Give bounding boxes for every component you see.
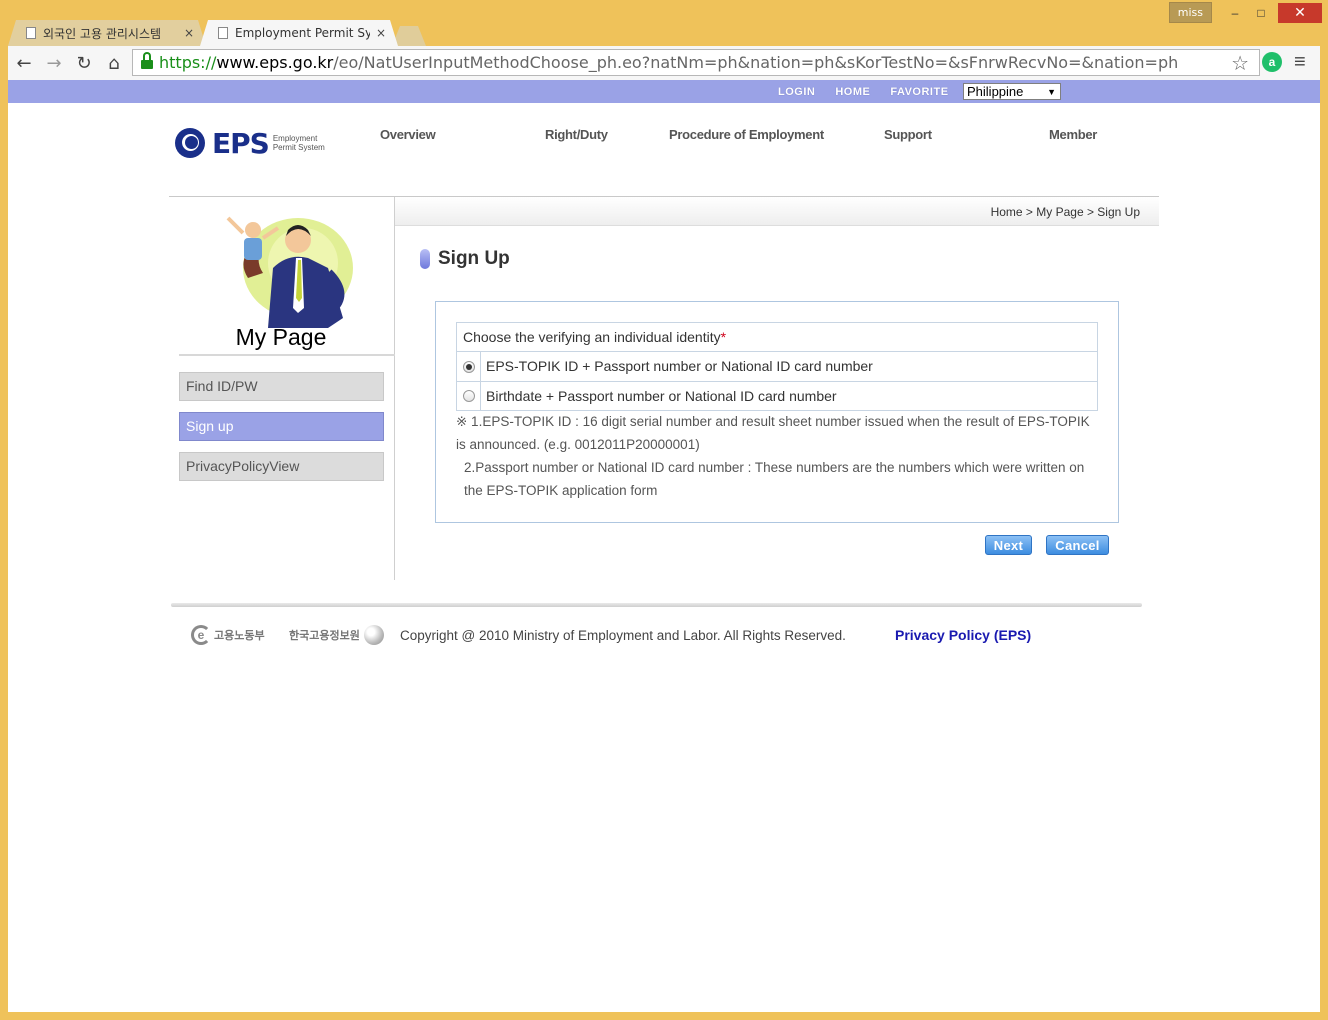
home-link[interactable]: HOME xyxy=(835,86,870,98)
identity-form-box: Choose the verifying an individual ident… xyxy=(435,301,1119,523)
url-path: /eo/NatUserInputMethodChoose_ph.eo?natNm… xyxy=(333,53,1179,72)
tab-eps[interactable]: Employment Permit Syste × xyxy=(200,20,398,46)
nav-right-duty[interactable]: Right/Duty xyxy=(545,127,608,142)
content-divider xyxy=(394,197,395,580)
lock-icon xyxy=(141,51,153,69)
tab-title: Employment Permit Syste xyxy=(235,26,370,40)
breadcrumb-bar: Home > My Page > Sign Up xyxy=(395,197,1159,226)
cancel-button[interactable]: Cancel xyxy=(1046,535,1109,555)
ministry-e-logo-icon: e xyxy=(191,625,211,645)
sidebar-title: My Page xyxy=(235,324,327,350)
nav-member[interactable]: Member xyxy=(1049,127,1097,142)
note-line-2: 2.Passport number or National ID card nu… xyxy=(464,460,1085,498)
title-bullet-icon xyxy=(420,249,430,269)
logo-text: EPS xyxy=(212,126,270,160)
page-icon xyxy=(26,27,36,39)
identity-question: Choose the verifying an individual ident… xyxy=(457,323,1097,352)
user-badge[interactable]: miss xyxy=(1168,2,1212,23)
address-bar[interactable]: https://www.eps.go.kr/eo/NatUserInputMet… xyxy=(132,49,1260,76)
copyright-text: Copyright @ 2010 Ministry of Employment … xyxy=(400,628,846,643)
url-scheme: https:// xyxy=(159,53,217,72)
url-host: www.eps.go.kr xyxy=(216,53,334,72)
keis-logo-text: 한국고용정보원 xyxy=(289,630,360,642)
keis-swirl-icon xyxy=(363,625,384,645)
extension-icon[interactable]: a xyxy=(1262,52,1282,72)
ministry-logo: e 고용노동부 xyxy=(191,625,265,645)
home-icon[interactable]: ⌂ xyxy=(100,49,128,77)
sidebar-divider xyxy=(179,354,395,356)
businessman-illustration xyxy=(226,216,353,328)
dropdown-arrow-icon: ▼ xyxy=(1047,87,1056,97)
identity-options-table: Choose the verifying an individual ident… xyxy=(456,322,1098,411)
tab-strip: 외국인 고용 관리시스템 × Employment Permit Syste × xyxy=(8,18,420,46)
browser-menu-icon[interactable]: ≡ xyxy=(1294,51,1306,74)
option-row-eps-topik[interactable]: EPS-TOPIK ID + Passport number or Nation… xyxy=(457,352,1097,381)
tab-close-icon[interactable]: × xyxy=(376,26,386,40)
new-tab-button[interactable] xyxy=(392,26,426,46)
radio-cell xyxy=(457,352,481,381)
reload-icon[interactable]: ↻ xyxy=(70,49,98,77)
radio-birthdate[interactable] xyxy=(462,390,475,402)
question-text: Choose the verifying an individual ident… xyxy=(463,329,721,345)
close-window-icon[interactable]: ✕ xyxy=(1278,2,1322,23)
language-select[interactable]: Philippine ▼ xyxy=(963,83,1061,100)
forward-icon[interactable]: → xyxy=(40,49,68,77)
footer-divider xyxy=(171,603,1142,607)
sidebar-item-sign-up[interactable]: Sign up xyxy=(179,412,384,441)
minimize-icon[interactable]: ‒ xyxy=(1222,3,1248,23)
next-button[interactable]: Next xyxy=(985,535,1032,555)
page-title-text: Sign Up xyxy=(438,248,510,269)
browser-titlebar: miss ‒ □ ✕ 외국인 고용 관리시스템 × Employment Per… xyxy=(0,0,1328,46)
tab-korean-system[interactable]: 외국인 고용 관리시스템 × xyxy=(8,20,206,46)
eps-logo[interactable]: EPS Employment Permit System xyxy=(175,126,333,160)
privacy-policy-link[interactable]: Privacy Policy (EPS) xyxy=(895,627,1031,643)
identity-note: ※ 1.EPS-TOPIK ID : 16 digit serial numbe… xyxy=(456,410,1098,502)
option-label[interactable]: Birthdate + Passport number or National … xyxy=(481,382,837,410)
keis-logo: 한국고용정보원 xyxy=(286,625,384,645)
favorite-link[interactable]: FAVORITE xyxy=(890,86,948,98)
browser-toolbar: ← → ↻ ⌂ https://www.eps.go.kr/eo/NatUser… xyxy=(8,46,1320,80)
sidebar-item-privacy-policy[interactable]: PrivacyPolicyView xyxy=(179,452,384,481)
bookmark-star-icon[interactable]: ☆ xyxy=(1231,51,1249,75)
nav-overview[interactable]: Overview xyxy=(380,127,436,142)
page-title: Sign Up xyxy=(420,248,510,270)
radio-eps-topik-id[interactable] xyxy=(462,360,475,373)
nav-procedure-of-employment[interactable]: Procedure of Employment xyxy=(669,127,824,142)
tab-close-icon[interactable]: × xyxy=(184,26,194,40)
back-icon[interactable]: ← xyxy=(10,49,38,77)
nav-support[interactable]: Support xyxy=(884,127,932,142)
sidebar-item-find-id-pw[interactable]: Find ID/PW xyxy=(179,372,384,401)
login-link[interactable]: LOGIN xyxy=(778,86,815,98)
radio-cell xyxy=(457,382,481,410)
language-value: Philippine xyxy=(967,84,1024,99)
logo-subtitle: Employment Permit System xyxy=(272,134,325,152)
top-utility-bar: LOGIN HOME FAVORITE Philippine ▼ xyxy=(8,80,1320,103)
option-label[interactable]: EPS-TOPIK ID + Passport number or Nation… xyxy=(481,352,873,381)
breadcrumb: Home > My Page > Sign Up xyxy=(990,205,1140,219)
ministry-logo-text: 고용노동부 xyxy=(214,630,265,642)
window-controls: miss ‒ □ ✕ xyxy=(1168,2,1322,23)
option-row-birthdate[interactable]: Birthdate + Passport number or National … xyxy=(457,381,1097,410)
maximize-icon[interactable]: □ xyxy=(1248,3,1274,23)
utility-links: LOGIN HOME FAVORITE xyxy=(778,80,969,103)
note-line-1: ※ 1.EPS-TOPIK ID : 16 digit serial numbe… xyxy=(456,414,1090,452)
eps-logo-mark-icon xyxy=(175,128,205,158)
tab-title: 외국인 고용 관리시스템 xyxy=(43,26,162,41)
required-mark: * xyxy=(720,329,727,345)
page-icon xyxy=(218,27,228,39)
web-page: LOGIN HOME FAVORITE Philippine ▼ EPS Emp… xyxy=(8,80,1320,1012)
